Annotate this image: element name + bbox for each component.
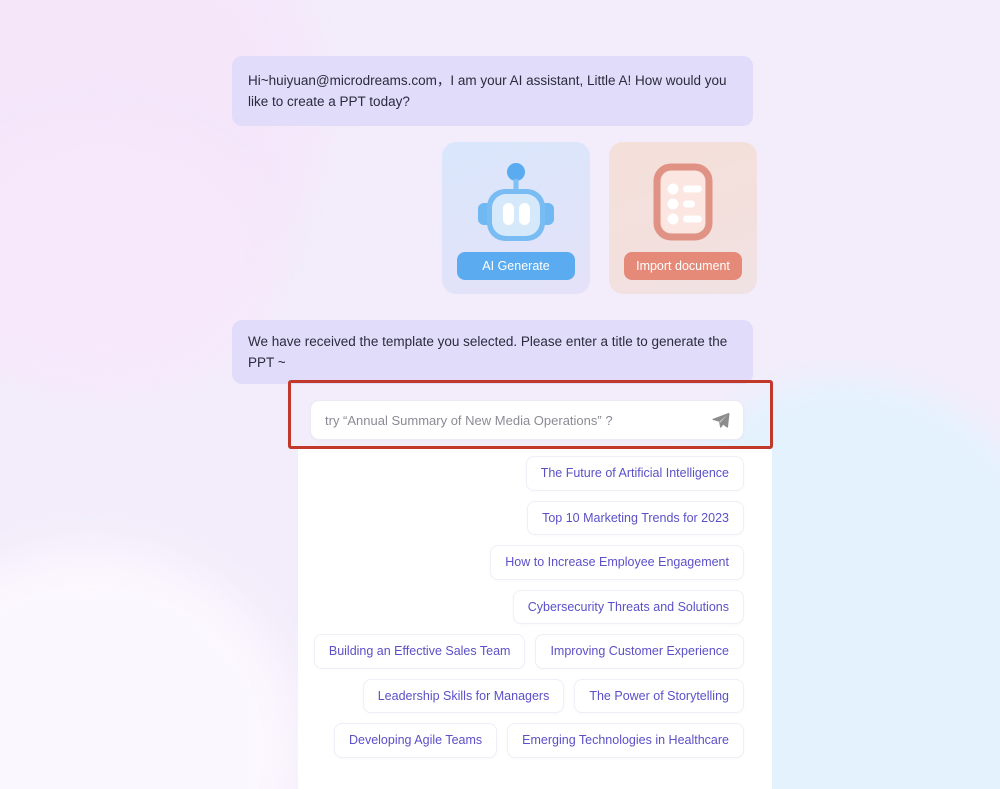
assistant-message-received: We have received the template you select… — [232, 320, 753, 384]
send-button[interactable] — [707, 407, 733, 433]
robot-icon — [478, 163, 554, 241]
assistant-message-greeting: Hi~huiyuan@microdreams.com，I am your AI … — [232, 56, 753, 126]
send-paper-plane-icon — [711, 412, 729, 428]
suggestion-chip[interactable]: Emerging Technologies in Healthcare — [507, 723, 744, 758]
suggestion-chip[interactable]: Top 10 Marketing Trends for 2023 — [527, 500, 744, 535]
template-choice-group: AI Generate Import document — [442, 142, 757, 294]
title-input-row[interactable] — [310, 400, 744, 440]
suggestion-chip[interactable]: How to Increase Employee Engagement — [490, 545, 744, 580]
document-list-icon-wrapper — [609, 156, 757, 252]
document-list-icon — [653, 163, 713, 241]
suggestion-chip[interactable]: The Power of Storytelling — [574, 678, 744, 713]
suggestion-chip[interactable]: Building an Effective Sales Team — [313, 634, 526, 669]
suggestion-chip[interactable]: The Future of Artificial Intelligence — [525, 456, 744, 491]
suggestion-chip[interactable]: Leadership Skills for Managers — [362, 678, 565, 713]
robot-icon-wrapper — [442, 156, 590, 252]
ai-generate-button[interactable]: AI Generate — [457, 252, 575, 280]
template-card-ai-generate[interactable]: AI Generate — [442, 142, 590, 294]
suggestion-chip[interactable]: Cybersecurity Threats and Solutions — [512, 589, 744, 624]
suggestion-chip[interactable]: Improving Customer Experience — [535, 634, 744, 669]
title-input[interactable] — [325, 412, 707, 428]
template-card-import-document[interactable]: Import document — [609, 142, 757, 294]
chat-area: Hi~huiyuan@microdreams.com，I am your AI … — [0, 0, 1000, 789]
import-document-button[interactable]: Import document — [624, 252, 742, 280]
suggestion-chip-list: The Future of Artificial Intelligence Top… — [300, 456, 744, 758]
suggestion-chip[interactable]: Developing Agile Teams — [333, 723, 498, 758]
